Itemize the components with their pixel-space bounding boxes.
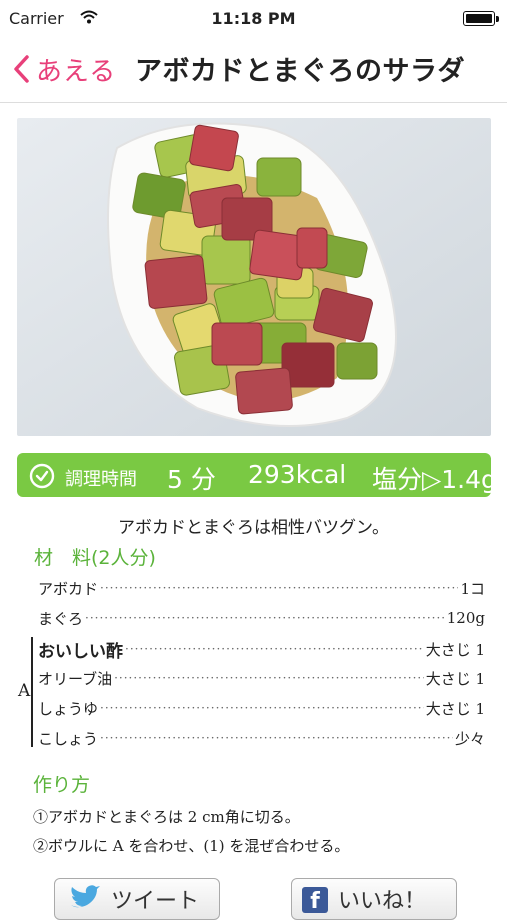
page-title: アボカドとまぐろのサラダ xyxy=(135,56,465,87)
method-step: ①アボカドとまぐろは 2 cm角に切る。 xyxy=(33,808,300,826)
ingredient-qty: 1コ xyxy=(460,579,485,598)
salt-value: 塩分▷1.4g xyxy=(372,465,497,494)
ingredient-name: アボカド xyxy=(38,579,99,598)
ingredient-row: アボカド ···································… xyxy=(38,574,485,602)
ingredient-row: まぐろ ····································… xyxy=(38,604,485,632)
facebook-f-icon: f xyxy=(302,887,328,914)
leader-dots: ········································… xyxy=(125,642,424,656)
tweet-button[interactable]: ツイート xyxy=(54,878,220,920)
calories-value: 293kcal xyxy=(248,460,347,489)
battery-icon xyxy=(463,11,499,26)
chevron-left-icon xyxy=(14,55,29,83)
back-button-label: あえる xyxy=(36,56,117,87)
method-heading: 作り方 xyxy=(33,774,91,796)
leader-dots: ········································… xyxy=(114,671,424,685)
ingredient-row: オリーブ油 ··································… xyxy=(38,664,485,692)
twitter-bird-icon xyxy=(69,885,101,915)
ingredient-row: おいしい酢 ··································… xyxy=(38,635,485,663)
ingredient-qty: 大さじ 1 xyxy=(425,640,485,659)
tweet-button-label: ツイート xyxy=(111,889,200,914)
like-button-label: いいね！ xyxy=(338,889,427,914)
ingredient-name: こしょう xyxy=(38,729,99,748)
leader-dots: ········································… xyxy=(100,581,458,595)
recipe-info-bar: 調理時間 5 分 293kcal 塩分▷1.4g xyxy=(17,453,497,497)
cooking-time-label: 調理時間 xyxy=(65,469,137,490)
ingredient-name: しょうゆ xyxy=(38,699,99,718)
cooking-time-value: 5 分 xyxy=(167,465,216,494)
ingredient-qty: 大さじ 1 xyxy=(425,699,485,718)
ingredient-row: こしょう ···································… xyxy=(38,724,485,752)
clock-time: 11:18 PM xyxy=(211,9,296,28)
navigation-bar: あえる アボカドとまぐろのサラダ xyxy=(0,38,507,103)
clock-icon xyxy=(29,463,55,493)
ingredient-name: おいしい酢 xyxy=(38,641,123,662)
group-label: A xyxy=(18,681,31,701)
ingredients-heading: 材 料(2人分) xyxy=(34,547,156,569)
ingredient-name: まぐろ xyxy=(38,609,84,628)
leader-dots: ········································… xyxy=(100,731,453,745)
status-bar: Carrier 11:18 PM xyxy=(0,0,507,38)
leader-dots: ········································… xyxy=(85,611,445,625)
ingredient-qty: 120g xyxy=(446,609,485,627)
ingredient-name: オリーブ油 xyxy=(38,669,113,688)
recipe-description: アボカドとまぐろは相性バツグン。 xyxy=(118,518,389,538)
recipe-photo xyxy=(17,118,491,436)
ingredient-qty: 少々 xyxy=(454,729,485,748)
method-step: ②ボウルに A を合わせ、(1) を混ぜ合わせる。 xyxy=(33,837,350,855)
ingredient-qty: 大さじ 1 xyxy=(425,669,485,688)
group-bracket xyxy=(31,637,33,747)
ingredient-row: しょうゆ ···································… xyxy=(38,694,485,722)
leader-dots: ········································… xyxy=(100,701,424,715)
like-button[interactable]: f いいね！ xyxy=(291,878,457,920)
back-button[interactable]: あえる xyxy=(12,52,117,87)
